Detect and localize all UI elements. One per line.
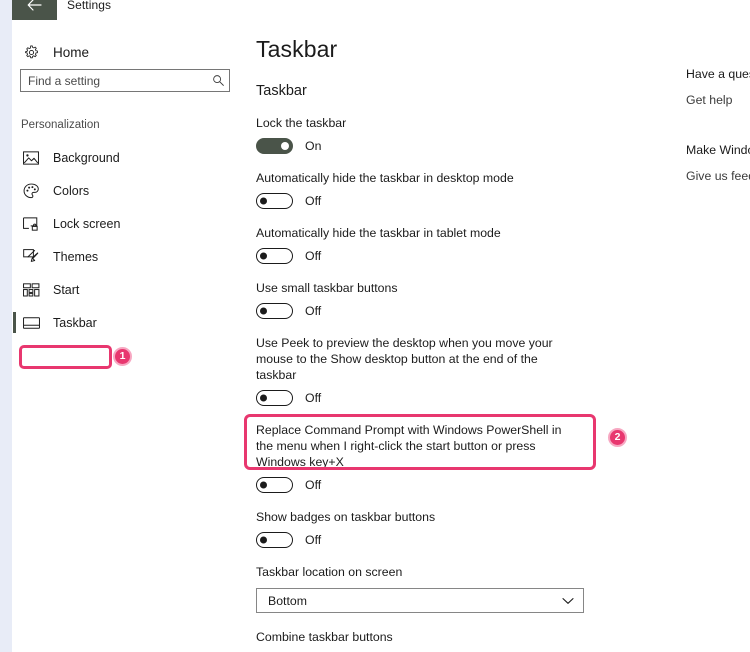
setting-label: Automatically hide the taskbar in deskto… bbox=[256, 171, 514, 185]
switch-knob bbox=[260, 536, 267, 544]
annotation-box-taskbar bbox=[19, 345, 112, 369]
setting-autohide-tablet: Automatically hide the taskbar in tablet… bbox=[256, 225, 676, 264]
toggle-lock-taskbar[interactable]: On bbox=[256, 138, 321, 154]
sidebar-item-home[interactable]: Home bbox=[20, 37, 89, 67]
toggle-show-badges[interactable]: Off bbox=[256, 532, 321, 548]
annotation-badge-1: 1 bbox=[113, 347, 132, 366]
switch-track bbox=[256, 193, 293, 209]
palette-icon bbox=[20, 183, 42, 199]
sidebar-nav-list: Background Colors Lock screen Themes Sta… bbox=[12, 141, 250, 339]
sidebar-item-label: Colors bbox=[53, 183, 90, 198]
main-content: Taskbar Taskbar Lock the taskbar On Auto… bbox=[244, 24, 676, 652]
setting-label: Use Peek to preview the desktop when you… bbox=[256, 336, 553, 382]
sidebar-group-label: Personalization bbox=[21, 119, 100, 131]
switch-track bbox=[256, 390, 293, 406]
sidebar-item-background[interactable]: Background bbox=[12, 141, 250, 174]
sidebar-item-themes[interactable]: Themes bbox=[12, 240, 250, 273]
get-help-link[interactable]: Get help bbox=[686, 93, 750, 107]
toggle-autohide-tablet[interactable]: Off bbox=[256, 248, 321, 264]
switch-knob bbox=[260, 197, 267, 205]
sidebar-item-lock-screen[interactable]: Lock screen bbox=[12, 207, 250, 240]
toggle-replace-command-prompt[interactable]: Off bbox=[256, 477, 321, 493]
give-us-feedback-link[interactable]: Give us feed bbox=[686, 169, 750, 183]
sidebar-item-taskbar[interactable]: Taskbar bbox=[12, 306, 250, 339]
toggle-use-peek[interactable]: Off bbox=[256, 390, 321, 406]
switch-knob bbox=[260, 252, 267, 260]
switch-track bbox=[256, 138, 293, 154]
start-grid-icon bbox=[20, 282, 42, 297]
switch-track bbox=[256, 477, 293, 493]
sidebar-item-label: Background bbox=[53, 150, 120, 165]
sidebar-home-label: Home bbox=[53, 44, 90, 60]
switch-knob bbox=[281, 142, 289, 150]
setting-label: Show badges on taskbar buttons bbox=[256, 510, 436, 524]
sidebar-item-colors[interactable]: Colors bbox=[12, 174, 250, 207]
switch-knob bbox=[260, 307, 267, 315]
setting-label: Automatically hide the taskbar in tablet… bbox=[256, 226, 501, 240]
switch-track bbox=[256, 248, 293, 264]
setting-small-buttons: Use small taskbar buttons Off bbox=[256, 280, 676, 319]
setting-label: Replace Command Prompt with Windows Powe… bbox=[256, 423, 562, 469]
setting-label: Taskbar location on screen bbox=[256, 565, 403, 579]
setting-replace-command-prompt: 2 Replace Command Prompt with Windows Po… bbox=[244, 414, 676, 493]
switch-track bbox=[256, 303, 293, 319]
lock-screen-icon bbox=[20, 216, 42, 231]
make-windows-better-heading: Make Windo bbox=[686, 143, 750, 157]
sidebar-item-label: Lock screen bbox=[53, 216, 121, 231]
setting-label: Lock the taskbar bbox=[256, 116, 347, 130]
search-box[interactable] bbox=[20, 69, 230, 92]
setting-use-peek: Use Peek to preview the desktop when you… bbox=[256, 335, 676, 406]
back-button[interactable] bbox=[12, 0, 57, 20]
sidebar-item-label: Start bbox=[53, 282, 80, 297]
sidebar: Home Personalization bbox=[12, 24, 250, 652]
sidebar-item-label: Themes bbox=[53, 249, 99, 264]
gear-icon bbox=[20, 44, 42, 60]
setting-combine-buttons: Combine taskbar buttons Always, hide lab… bbox=[256, 629, 676, 652]
setting-label: Combine taskbar buttons bbox=[256, 630, 393, 644]
switch-knob bbox=[260, 394, 267, 402]
setting-taskbar-location: Taskbar location on screen Bottom bbox=[256, 564, 676, 613]
toggle-small-buttons[interactable]: Off bbox=[256, 303, 321, 319]
selection-indicator bbox=[13, 312, 16, 333]
dropdown-value: Bottom bbox=[268, 593, 307, 608]
taskbar-icon bbox=[20, 316, 42, 329]
sidebar-item-start[interactable]: Start bbox=[12, 273, 250, 306]
search-input[interactable] bbox=[21, 73, 207, 88]
toggle-autohide-desktop[interactable]: Off bbox=[256, 193, 321, 209]
picture-icon bbox=[20, 150, 42, 165]
annotation-badge-2: 2 bbox=[608, 428, 627, 447]
chevron-down-icon bbox=[562, 592, 574, 610]
window-title: Settings bbox=[67, 0, 112, 12]
setting-autohide-desktop: Automatically hide the taskbar in deskto… bbox=[256, 170, 676, 209]
toggle-state-label: Off bbox=[305, 478, 322, 492]
toggle-state-label: Off bbox=[305, 533, 322, 547]
brush-icon bbox=[20, 249, 42, 264]
window-left-edge bbox=[0, 0, 12, 652]
have-a-question-heading: Have a ques bbox=[686, 67, 750, 81]
right-panel: Have a ques Get help Make Windo Give us … bbox=[686, 24, 750, 183]
dropdown-taskbar-location[interactable]: Bottom bbox=[256, 588, 584, 613]
section-heading: Taskbar bbox=[256, 83, 307, 99]
setting-show-badges: Show badges on taskbar buttons Off bbox=[256, 509, 676, 548]
toggle-state-label: Off bbox=[305, 391, 322, 405]
page-title: Taskbar bbox=[256, 36, 338, 62]
toggle-state-label: Off bbox=[305, 304, 322, 318]
switch-track bbox=[256, 532, 293, 548]
toggle-state-label: Off bbox=[305, 194, 322, 208]
toggle-state-label: Off bbox=[305, 249, 322, 263]
settings-window: Settings Home Personalization bbox=[0, 0, 750, 652]
toggle-state-label: On bbox=[305, 139, 322, 153]
setting-lock-taskbar: Lock the taskbar On bbox=[256, 115, 676, 154]
sidebar-item-label: Taskbar bbox=[53, 315, 97, 330]
title-bar: Settings bbox=[12, 0, 750, 22]
setting-label: Use small taskbar buttons bbox=[256, 281, 398, 295]
search-icon bbox=[207, 74, 229, 87]
back-arrow-icon bbox=[27, 0, 42, 11]
switch-knob bbox=[260, 481, 267, 489]
